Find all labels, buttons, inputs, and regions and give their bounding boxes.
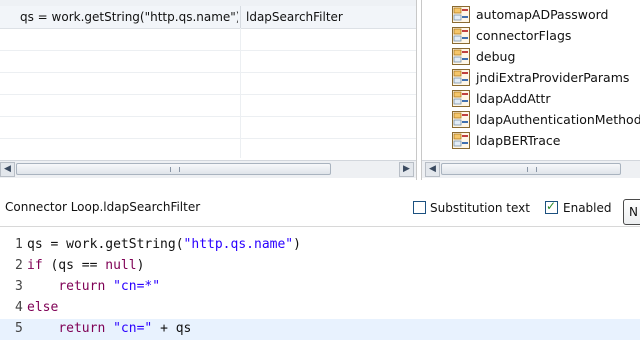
grid-column-line bbox=[240, 28, 241, 158]
code-text[interactable]: if (qs == null) bbox=[27, 258, 144, 273]
code-line[interactable]: 2 if (qs == null) bbox=[0, 256, 640, 277]
list-item-label: connectorFlags bbox=[476, 28, 572, 43]
substitution-text-checkbox[interactable] bbox=[413, 201, 426, 214]
code-text[interactable]: return "cn=" + qs bbox=[27, 321, 191, 336]
table-horizontal-scrollbar[interactable]: ◀ ▶ bbox=[0, 160, 416, 178]
grip-icon bbox=[527, 167, 537, 172]
list-horizontal-scrollbar[interactable]: ◀ bbox=[422, 160, 640, 178]
code-line-current[interactable]: 5 return "cn=" + qs bbox=[0, 319, 640, 340]
list-item-label: debug bbox=[476, 49, 516, 64]
check-icon: ✓ bbox=[546, 199, 557, 213]
line-number: 3 bbox=[15, 279, 23, 294]
arrow-left-icon[interactable]: ◀ bbox=[0, 162, 15, 177]
line-number: 2 bbox=[15, 258, 23, 273]
parameter-icon bbox=[452, 6, 470, 23]
scrollbar-thumb[interactable] bbox=[441, 163, 621, 175]
parameter-icon bbox=[452, 132, 470, 149]
list-item-label: automapADPassword bbox=[476, 7, 609, 22]
column-separator bbox=[240, 6, 241, 28]
grid-line bbox=[0, 94, 416, 95]
parameter-icon bbox=[452, 90, 470, 107]
pane-splitter[interactable] bbox=[0, 180, 640, 188]
code-text[interactable]: qs = work.getString("http.qs.name") bbox=[27, 237, 301, 252]
list-item-label: ldapAuthenticationMethod bbox=[476, 112, 640, 127]
grid-line bbox=[0, 116, 416, 117]
next-button-label: N bbox=[629, 205, 638, 219]
code-line[interactable]: 1 qs = work.getString("http.qs.name") bbox=[0, 235, 640, 256]
code-line[interactable]: 3 return "cn=*" bbox=[0, 277, 640, 298]
grid-line bbox=[0, 50, 416, 51]
list-item-label: jndiExtraProviderParams bbox=[476, 70, 630, 85]
parameter-list-pane: automapADPassword connectorFlags debug j… bbox=[421, 0, 640, 180]
list-item-label: ldapAddAttr bbox=[476, 91, 551, 106]
code-text[interactable]: return "cn=*" bbox=[27, 279, 160, 294]
code-line[interactable]: 4 else bbox=[0, 298, 640, 319]
parameter-icon bbox=[452, 27, 470, 44]
grid-line bbox=[0, 72, 416, 73]
enabled-checkbox[interactable]: ✓ bbox=[545, 199, 558, 214]
next-button[interactable]: N bbox=[623, 199, 640, 225]
arrow-left-icon[interactable]: ◀ bbox=[425, 162, 440, 177]
parameter-icon bbox=[452, 111, 470, 128]
scrollbar-thumb[interactable] bbox=[16, 163, 331, 175]
line-number: 1 bbox=[15, 237, 23, 252]
enabled-label[interactable]: Enabled bbox=[563, 201, 612, 215]
grid-line bbox=[0, 138, 416, 139]
list-item-label: ldapBERTrace bbox=[476, 133, 561, 148]
expression-cell[interactable]: qs = work.getString("http.qs.name"); bbox=[20, 10, 238, 24]
table-row[interactable]: qs = work.getString("http.qs.name"); lda… bbox=[0, 6, 416, 29]
grip-icon bbox=[169, 167, 180, 172]
script-editor[interactable]: 1 qs = work.getString("http.qs.name") 2 … bbox=[0, 231, 640, 360]
attribute-cell[interactable]: ldapSearchFilter bbox=[246, 10, 343, 24]
substitution-text-label[interactable]: Substitution text bbox=[430, 201, 530, 215]
editor-title: Connector Loop.ldapSearchFilter bbox=[5, 200, 201, 214]
line-number: 5 bbox=[15, 321, 23, 336]
code-text[interactable]: else bbox=[27, 300, 58, 315]
editor-header: Connector Loop.ldapSearchFilter Substitu… bbox=[0, 190, 640, 227]
arrow-right-icon[interactable]: ▶ bbox=[399, 162, 414, 177]
mapping-table-pane: qs = work.getString("http.qs.name"); lda… bbox=[0, 0, 417, 180]
parameter-icon bbox=[452, 48, 470, 65]
line-number: 4 bbox=[15, 300, 23, 315]
parameter-icon bbox=[452, 69, 470, 86]
